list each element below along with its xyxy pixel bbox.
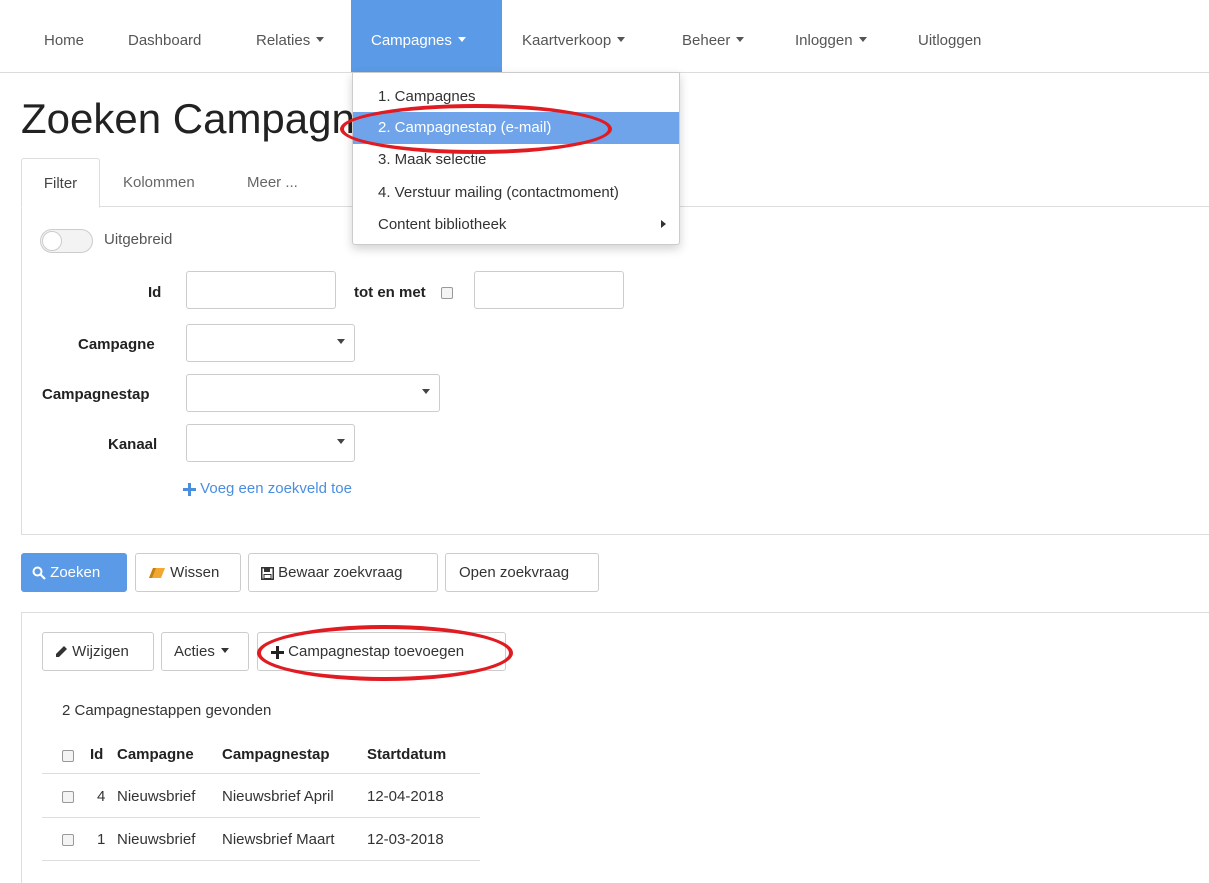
row-checkbox[interactable] [62,834,74,846]
cell-id: 1 [97,831,106,848]
button-label: Zoeken [50,564,101,581]
menu-label: 4. Verstuur mailing (contactmoment) [378,184,619,201]
actions-dropdown-button[interactable]: Acties [161,632,249,671]
link-label: Voeg een zoekveld toe [200,480,352,497]
cell-startdatum: 12-03-2018 [367,831,444,848]
range-label: tot en met [354,284,426,301]
menu-item-campagnestap-email[interactable]: 2. Campagnestap (e-mail) [353,112,679,144]
tab-kolommen[interactable]: Kolommen [123,158,195,206]
save-query-button[interactable]: Bewaar zoekvraag [248,553,438,592]
nav-item-dashboard[interactable]: Dashboard [128,0,201,72]
column-header-startdatum: Startdatum [367,746,447,763]
edit-button[interactable]: Wijzigen [42,632,154,671]
column-header-campagnestap: Campagnestap [222,746,330,763]
column-header-id: Id [90,746,104,763]
menu-item-campagnes[interactable]: 1. Campagnes [353,81,679,113]
nav-label: Inloggen [795,32,853,49]
kanaal-label: Kanaal [108,436,158,453]
search-button[interactable]: Zoeken [21,553,127,592]
tab-filter[interactable]: Filter [21,158,100,208]
chevron-down-icon [337,339,345,344]
menu-item-verstuur-mailing[interactable]: 4. Verstuur mailing (contactmoment) [353,177,679,209]
button-label: Open zoekvraag [459,564,570,581]
id-input[interactable] [186,271,336,309]
clear-button[interactable]: Wissen [135,553,241,592]
nav-label: Home [44,32,85,49]
kanaal-select[interactable] [186,424,355,462]
button-label: Acties [174,643,215,660]
id-label: Id [148,284,162,301]
tab-label: Meer ... [247,174,298,191]
button-label: Campagnestap toevoegen [288,643,465,660]
menu-label: 2. Campagnestap (e-mail) [378,119,552,136]
nav-label: Kaartverkoop [522,32,612,49]
nav-item-uitloggen[interactable]: Uitloggen [918,0,981,72]
open-query-button[interactable]: Open zoekvraag [445,553,599,592]
button-label: Wissen [170,564,220,581]
toggle-knob [42,231,62,251]
row-divider [42,860,480,861]
row-divider [42,817,480,818]
caret-right-icon [661,220,666,228]
menu-item-maak-selectie[interactable]: 3. Maak selectie [353,144,679,176]
menu-item-content-bibliotheek[interactable]: Content bibliotheek [353,209,679,241]
caret-down-icon [617,37,626,43]
campagne-select[interactable] [186,324,355,362]
button-label: Bewaar zoekvraag [278,564,403,581]
toggle-label: Uitgebreid [104,231,173,248]
floppy-disk-icon [261,566,274,580]
cell-campagne: Nieuwsbrief [117,831,196,848]
campagnestap-select[interactable] [186,374,440,412]
range-checkbox[interactable] [441,287,453,299]
nav-item-home[interactable]: Home [44,0,84,72]
nav-label: Dashboard [128,32,202,49]
cell-campagnestap: Nieuwsbrief April [222,788,334,805]
nav-item-relaties[interactable]: Relaties [256,0,325,72]
nav-label: Campagnes [371,32,452,49]
chevron-down-icon [422,389,430,394]
add-campaign-step-button[interactable]: Campagnestap toevoegen [257,632,506,671]
cell-startdatum: 12-04-2018 [367,788,444,805]
menu-label: 3. Maak selectie [378,151,487,168]
tab-label: Filter [43,175,78,192]
results-count: 2 Campagnestappen gevonden [62,702,272,719]
tab-label: Kolommen [123,174,195,191]
caret-down-icon [736,37,745,43]
caret-down-icon [316,37,325,43]
plus-icon [183,482,196,496]
cell-id: 4 [97,788,106,805]
chevron-down-icon [337,439,345,444]
caret-down-icon [457,37,466,43]
column-header-campagne: Campagne [117,746,194,763]
add-search-field-link[interactable]: Voeg een zoekveld toe [183,480,352,497]
select-all-checkbox[interactable] [62,750,74,762]
search-icon [32,566,46,580]
nav-label: Uitloggen [918,32,982,49]
cell-campagne: Nieuwsbrief [117,788,196,805]
caret-down-icon [858,37,867,43]
nav-item-beheer[interactable]: Beheer [682,0,745,72]
menu-label: Content bibliotheek [378,216,507,233]
nav-label: Beheer [682,32,731,49]
extended-toggle[interactable] [40,229,93,253]
top-navbar: Home Dashboard Relaties Campagnes Kaartv… [0,0,1209,73]
button-label: Wijzigen [72,643,129,660]
id-to-input[interactable] [474,271,624,309]
campagne-label: Campagne [78,336,155,353]
pencil-icon [56,646,67,658]
nav-item-campagnes[interactable]: Campagnes [351,0,502,72]
nav-item-kaartverkoop[interactable]: Kaartverkoop [522,0,626,72]
menu-label: 1. Campagnes [378,88,476,105]
cell-campagnestap: Niewsbrief Maart [222,831,335,848]
header-divider [42,773,480,774]
eraser-icon [149,568,165,579]
row-checkbox[interactable] [62,791,74,803]
tab-meer[interactable]: Meer ... [247,158,298,206]
caret-down-icon [220,648,229,654]
plus-icon [271,645,284,659]
nav-label: Relaties [256,32,311,49]
nav-item-inloggen[interactable]: Inloggen [795,0,867,72]
campagnestap-label: Campagnestap [42,386,150,403]
campagnes-dropdown-menu: 1. Campagnes 2. Campagnestap (e-mail) 3.… [352,72,680,245]
